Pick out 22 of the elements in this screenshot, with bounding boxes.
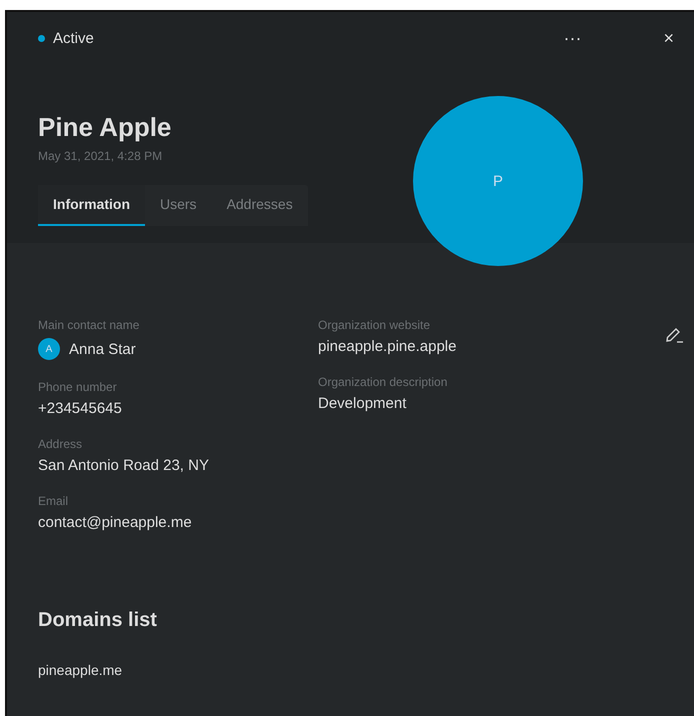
field-label: Phone number: [38, 380, 118, 394]
section-title: Domains list: [38, 609, 158, 632]
field-value: pineapple.pine.apple: [318, 338, 456, 355]
contact-avatar: A: [38, 338, 60, 360]
field-label: Organization description: [318, 375, 448, 389]
field-value: Development: [318, 395, 406, 412]
status-label: Active: [53, 30, 94, 46]
close-button[interactable]: ×: [657, 28, 680, 48]
date-label: May 31, 2021, 4:28 PM: [38, 149, 164, 163]
field-value: San Antonio Road 23, NY: [38, 457, 209, 474]
field-label: Address: [38, 437, 84, 451]
field-value: contact@pineapple.me: [38, 514, 192, 531]
field-label: Email: [38, 494, 70, 508]
field-value: +234545645: [38, 400, 122, 417]
field-label: Organization website: [318, 318, 432, 332]
field-label: Main contact name: [38, 318, 140, 332]
organization-title: Pine Apple: [38, 112, 172, 143]
more-button[interactable]: ···: [558, 28, 588, 48]
field-value: Anna Star: [69, 340, 136, 358]
tab[interactable]: Addresses: [212, 185, 308, 226]
tab[interactable]: Users: [145, 185, 212, 226]
domain-item: pineapple.me: [38, 662, 124, 678]
